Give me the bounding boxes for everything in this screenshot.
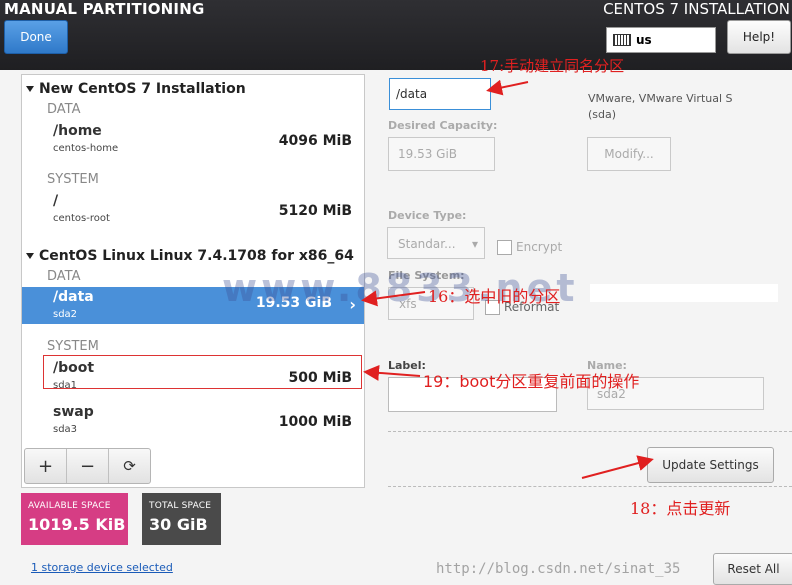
partition-size: 5120 MiB: [278, 203, 352, 219]
label-field-label: Label:: [388, 359, 426, 372]
annotation-step-17: 17:手动建立同名分区: [480, 57, 625, 75]
partition-size: 4096 MiB: [278, 133, 352, 149]
dropdown-arrow-icon: ▾: [471, 237, 478, 251]
total-space-badge: TOTAL SPACE 30 GiB: [142, 493, 221, 545]
partition-size: 1000 MiB: [278, 414, 352, 430]
device-name: sda2: [53, 309, 78, 320]
device-info-disk: (sda): [588, 108, 617, 121]
help-button[interactable]: Help!: [727, 20, 791, 54]
device-name: sda3: [53, 424, 78, 435]
keyboard-layout-indicator[interactable]: us: [606, 27, 716, 53]
annotation-step-19: 19：boot分区重复前面的操作: [423, 372, 640, 391]
device-type-select[interactable]: Standar... ▾: [387, 227, 485, 259]
group-header-existing-centos[interactable]: CentOS Linux Linux 7.4.1708 for x86_64: [26, 248, 354, 264]
done-button[interactable]: Done: [4, 20, 68, 54]
total-space-label: TOTAL SPACE: [149, 501, 212, 511]
mount-point-input[interactable]: /data: [389, 78, 491, 110]
storage-devices-link[interactable]: 1 storage device selected: [31, 561, 173, 574]
top-bar: MANUAL PARTITIONING CENTOS 7 INSTALLATIO…: [0, 0, 792, 70]
partition-row-root[interactable]: / centos-root 5120 MiB: [22, 193, 364, 229]
add-partition-button[interactable]: +: [25, 449, 67, 483]
arrow-to-update-button: [581, 455, 654, 479]
encrypt-label: Encrypt: [516, 240, 563, 254]
keyboard-icon: [613, 34, 631, 46]
section-label-data: DATA: [47, 102, 81, 117]
reset-all-button[interactable]: Reset All: [713, 553, 792, 585]
group-title: CentOS Linux Linux 7.4.1708 for x86_64: [39, 248, 354, 264]
mount-point: /boot: [53, 360, 95, 376]
device-type-value: Standar...: [398, 237, 456, 251]
product-title: CENTOS 7 INSTALLATION: [603, 0, 790, 18]
url-watermark: http://blog.csdn.net/sinat_35: [436, 561, 681, 577]
device-name: centos-root: [53, 213, 110, 224]
page-title: MANUAL PARTITIONING: [4, 0, 205, 18]
device-info: VMware, VMware Virtual S (sda): [588, 91, 733, 123]
encrypt-checkbox[interactable]: [497, 240, 512, 255]
divider: [388, 486, 792, 487]
mount-point: /: [53, 193, 59, 209]
partition-row-boot[interactable]: /boot sda1 500 MiB: [22, 360, 364, 396]
desired-capacity-label: Desired Capacity:: [388, 119, 498, 132]
available-space-label: AVAILABLE SPACE: [28, 501, 111, 511]
annotation-step-16: 16：选中旧的分区: [428, 287, 561, 306]
mount-point: swap: [53, 404, 94, 420]
mount-point: /data: [53, 289, 94, 305]
device-info-model: VMware, VMware Virtual S: [588, 92, 733, 105]
available-space-value: 1019.5 KiB: [28, 515, 126, 534]
section-label-system: SYSTEM: [47, 339, 99, 354]
partition-size: 500 MiB: [288, 370, 353, 386]
available-space-badge: AVAILABLE SPACE 1019.5 KiB: [21, 493, 128, 545]
modify-button[interactable]: Modify...: [587, 137, 671, 171]
redaction-bar: [590, 284, 778, 302]
partition-row-swap[interactable]: swap sda3 1000 MiB: [22, 404, 364, 440]
refresh-button[interactable]: ⟳: [109, 449, 150, 483]
expander-down-icon: [26, 86, 34, 92]
update-settings-button[interactable]: Update Settings: [647, 447, 774, 483]
group-header-new-install[interactable]: New CentOS 7 Installation: [26, 81, 246, 97]
section-label-data: DATA: [47, 269, 81, 284]
partition-row-home[interactable]: /home centos-home 4096 MiB: [22, 123, 364, 159]
device-name: sda1: [53, 380, 78, 391]
desired-capacity-input[interactable]: 19.53 GiB: [388, 137, 495, 171]
device-type-label: Device Type:: [388, 209, 467, 222]
keyboard-layout-label: us: [636, 33, 652, 47]
remove-partition-button[interactable]: −: [67, 449, 109, 483]
expander-down-icon: [26, 253, 34, 259]
section-label-system: SYSTEM: [47, 172, 99, 187]
partition-toolbar: + − ⟳: [24, 448, 151, 484]
arrow-to-mount-input: [486, 79, 529, 96]
annotation-step-18: 18：点击更新: [630, 499, 731, 518]
group-title: New CentOS 7 Installation: [39, 81, 246, 97]
divider: [388, 431, 792, 432]
device-name: centos-home: [53, 143, 119, 154]
mount-point: /home: [53, 123, 102, 139]
arrow-to-boot-row: [363, 364, 421, 381]
total-space-value: 30 GiB: [149, 515, 208, 534]
